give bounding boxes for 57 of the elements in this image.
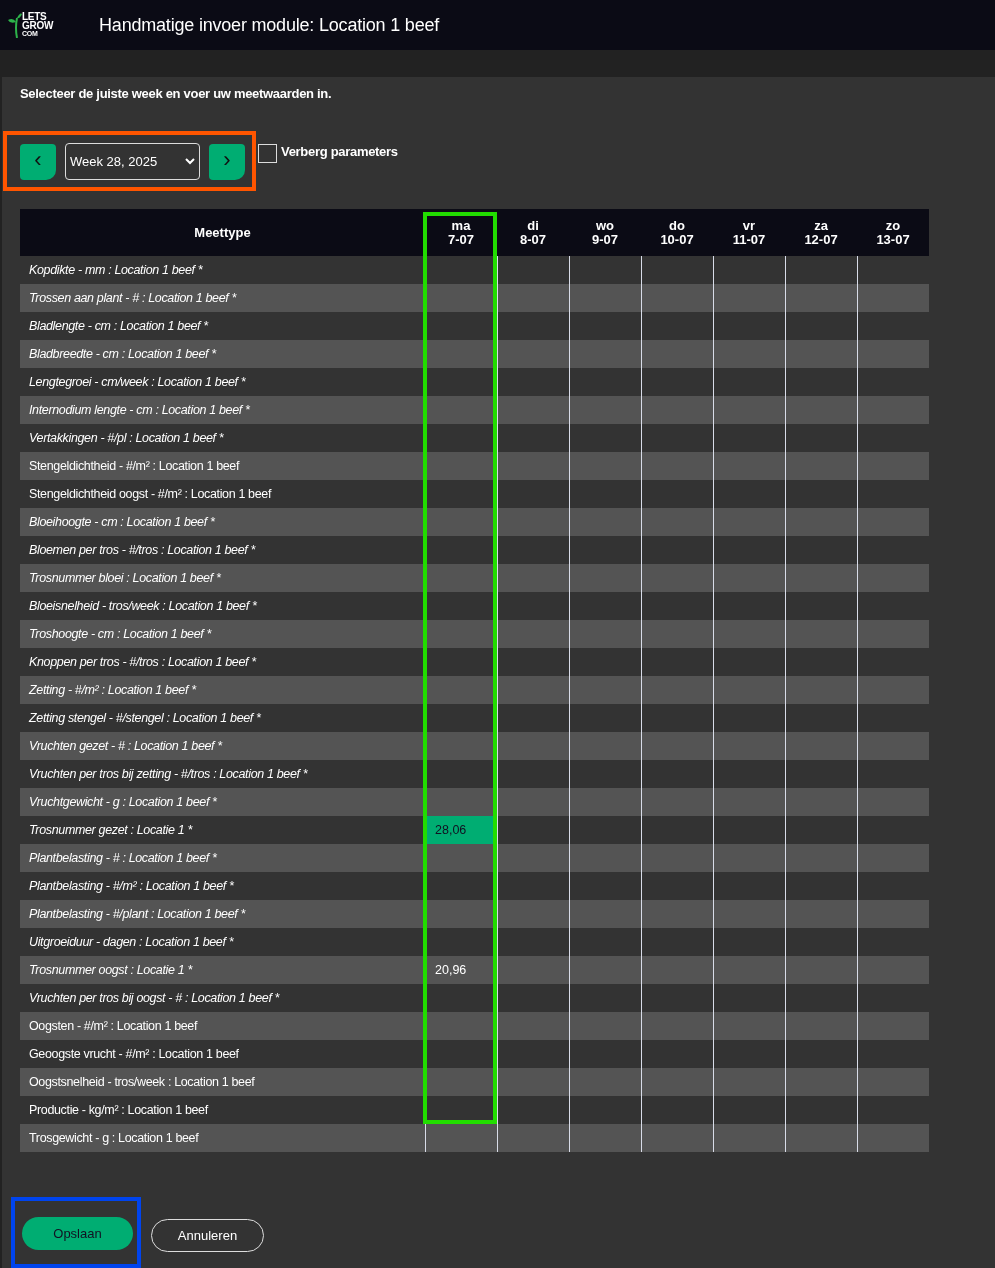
measurement-label: Bladbreedte - cm : Location 1 beef * xyxy=(28,347,218,361)
measurement-label: Geoogste vrucht - #/m² : Location 1 beef xyxy=(28,1047,240,1061)
day-name: za xyxy=(814,218,828,233)
measurement-label: Plantbelasting - # : Location 1 beef * xyxy=(28,851,218,865)
measurement-label: Trosgewicht - g : Location 1 beef xyxy=(28,1131,200,1145)
column-header: Meettype xyxy=(194,225,251,240)
day-date: 12-07 xyxy=(804,232,838,247)
day-date: 7-07 xyxy=(448,232,474,247)
save-button[interactable]: Opslaan xyxy=(22,1217,133,1250)
measurement-label: Vruchten per tros bij zetting - #/tros : Location 1 beef * xyxy=(28,767,309,781)
measurement-label: Bloeisnelheid - tros/week : Location 1 beef * xyxy=(28,599,258,613)
measurement-label: Vertakkingen - #/pl : Location 1 beef * xyxy=(28,431,225,445)
day-date: 9-07 xyxy=(592,232,618,247)
measurement-label: Plantbelasting - #/plant : Location 1 beef * xyxy=(28,907,247,921)
measurement-label: Trosnummer gezet : Locatie 1 * xyxy=(28,823,194,837)
measurement-label: Kopdikte - mm : Location 1 beef * xyxy=(28,263,204,277)
week-select[interactable]: Week 28, 2025 xyxy=(65,143,200,180)
day-name: wo xyxy=(595,218,615,233)
measurement-label: Uitgroeiduur - dagen : Location 1 beef * xyxy=(28,935,235,949)
measurement-label: Oogsten - #/m² : Location 1 beef xyxy=(28,1019,199,1033)
checkbox-label: Verberg parameters xyxy=(281,144,398,159)
page-title: Handmatige invoer module: Location 1 beef xyxy=(99,14,440,36)
day-name: ma xyxy=(451,218,471,233)
previous-week-button[interactable]: ‹ xyxy=(20,143,56,180)
measurement-label: Trossen aan plant - # : Location 1 beef * xyxy=(28,291,238,305)
measurement-label: Zetting - #/m² : Location 1 beef * xyxy=(27,683,198,697)
measurement-label: Bloeihoogte - cm : Location 1 beef * xyxy=(28,515,216,529)
day-date: 13-07 xyxy=(876,232,910,247)
measurement-label: Oogstsnelheid - tros/week : Location 1 beef xyxy=(28,1075,256,1089)
measurement-label: Vruchtgewicht - g : Location 1 beef * xyxy=(28,795,218,809)
measurement-label: Trosnummer oogst : Locatie 1 * xyxy=(28,963,194,977)
measurement-label: Plantbelasting - #/m² : Location 1 beef * xyxy=(28,879,235,893)
measurement-label: Knoppen per tros - #/tros : Location 1 beef * xyxy=(28,655,258,669)
day-name: do xyxy=(669,218,685,233)
day-date: 10-07 xyxy=(660,232,694,247)
instruction-text: Selecteer de juiste week en voer uw meetwaarden in. xyxy=(20,86,333,101)
measurement-label: Stengeldichtheid - #/m² : Location 1 beef xyxy=(28,459,241,473)
measurement-label: Lengtegroei - cm/week : Location 1 beef * xyxy=(28,375,247,389)
measurement-label: Trosnummer bloei : Location 1 beef * xyxy=(28,571,222,585)
measurement-label: Vruchten per tros bij oogst - # : Location 1 beef * xyxy=(28,991,281,1005)
checkbox[interactable] xyxy=(258,144,277,163)
measurement-label: Vruchten gezet - # : Location 1 beef * xyxy=(28,739,224,753)
measurement-label: Bloemen per tros - #/tros : Location 1 beef * xyxy=(28,543,257,557)
day-date: 8-07 xyxy=(520,232,546,247)
day-date: 11-07 xyxy=(732,232,766,247)
day-name: di xyxy=(527,218,539,233)
measurement-label: Internodium lengte - cm : Location 1 beef * xyxy=(28,403,251,417)
measurement-label: Zetting stengel - #/stengel : Location 1 beef * xyxy=(27,711,262,725)
measurement-label: Bladlengte - cm : Location 1 beef * xyxy=(28,319,210,333)
day-name: vr xyxy=(742,218,756,233)
measurement-label: Troshoogte - cm : Location 1 beef * xyxy=(28,627,213,641)
day-name: zo xyxy=(885,218,901,233)
sprout-icon xyxy=(8,12,22,38)
measurement-label: Stengeldichtheid oogst - #/m² : Location 1 beef xyxy=(28,487,273,501)
next-week-button[interactable]: › xyxy=(209,143,245,180)
measurement-label: Productie - kg/m² : Location 1 beef xyxy=(28,1103,210,1117)
chevron-down-icon xyxy=(185,158,195,165)
